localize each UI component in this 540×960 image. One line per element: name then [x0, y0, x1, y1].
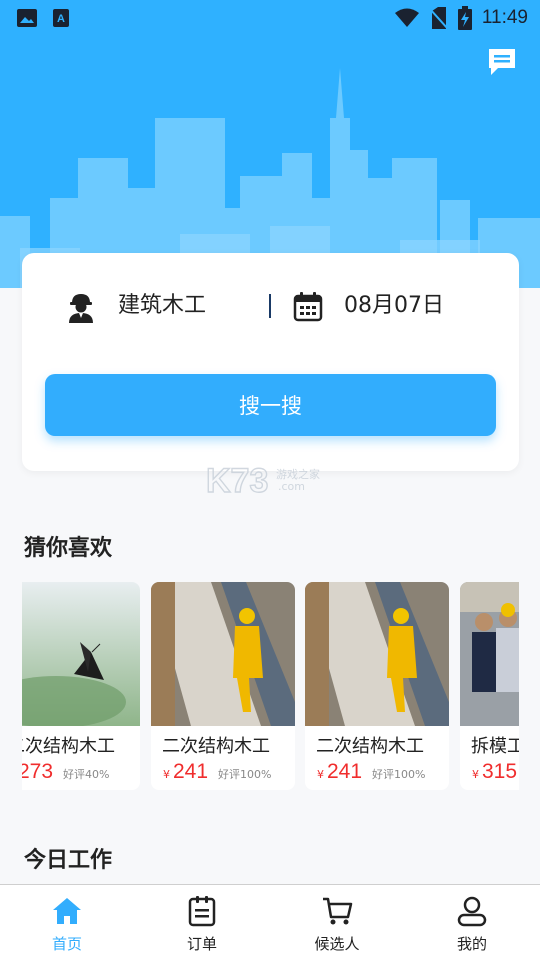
job-card-title: 二次结构木工: [316, 736, 424, 757]
currency-symbol: ¥: [472, 768, 479, 781]
tab-label: 我的: [456, 935, 487, 953]
tab-label: 订单: [186, 935, 217, 953]
date-selector[interactable]: 08月07日: [344, 291, 444, 321]
search-button[interactable]: 搜一搜: [45, 374, 496, 436]
price-row: ¥ 273 好评40%: [22, 760, 110, 784]
job-thumbnail-crowd: [460, 582, 519, 726]
job-card-title: 二次结构木工: [22, 736, 115, 757]
message-icon[interactable]: [486, 46, 518, 78]
font-app-icon: A: [53, 9, 69, 27]
currency-symbol: ¥: [317, 768, 324, 781]
job-card[interactable]: 二次结构木工 ¥ 241 好评100%: [151, 582, 295, 790]
tab-home[interactable]: 首页: [17, 885, 117, 960]
watermark-sub1: 游戏之家: [276, 467, 320, 481]
price-row: ¥ 315: [472, 760, 519, 784]
job-rating: 好评40%: [63, 768, 110, 781]
watermark-brand: K73: [206, 462, 268, 498]
wifi-icon: [394, 8, 419, 27]
currency-symbol: ¥: [163, 768, 170, 781]
job-thumbnail-butterfly: [22, 582, 140, 726]
watermark-sub2: .com: [278, 480, 305, 493]
header-banner: A 11:49: [0, 0, 540, 288]
job-rating: 好评100%: [372, 768, 426, 781]
job-card[interactable]: 二次结构木工 ¥ 273 好评40%: [22, 582, 140, 790]
job-price: 241: [173, 760, 209, 783]
job-type-selector[interactable]: 建筑木工: [118, 291, 206, 321]
job-card[interactable]: 拆模工 ¥ 315: [460, 582, 519, 790]
calendar-icon[interactable]: [292, 291, 324, 323]
tab-label: 候选人: [314, 935, 360, 953]
tab-orders[interactable]: 订单: [152, 885, 252, 960]
search-options: 建筑木工 08月07日: [22, 253, 519, 361]
cart-icon: [323, 897, 353, 925]
tab-me[interactable]: 我的: [422, 885, 522, 960]
job-thumbnail-workers: [151, 582, 295, 726]
no-sim-icon: [429, 7, 448, 29]
recommend-section-title: 猜你喜欢: [24, 536, 113, 561]
recommend-carousel[interactable]: 二次结构木工 ¥ 273 好评40% 二次结构木工 ¥ 241 好评100%: [22, 582, 519, 792]
svg-text:A: A: [57, 13, 65, 25]
bottom-tab-bar: 首页 订单 候选人 我的: [0, 884, 540, 960]
divider: [269, 294, 271, 318]
job-card-title: 二次结构木工: [162, 736, 270, 757]
job-rating: 好评100%: [218, 768, 272, 781]
clipboard-icon: [188, 896, 216, 927]
tab-label: 首页: [51, 935, 82, 953]
gallery-icon: [17, 9, 37, 27]
worker-icon[interactable]: [66, 291, 96, 323]
status-time: 11:49: [481, 7, 528, 28]
home-icon: [53, 898, 81, 924]
job-thumbnail-workers: [305, 582, 449, 726]
watermark-logo: K73 游戏之家 .com: [206, 461, 320, 498]
today-work-section-title: 今日工作: [24, 848, 113, 873]
tab-candidates[interactable]: 候选人: [287, 885, 387, 960]
job-card-title: 拆模工: [471, 736, 519, 757]
price-row: ¥ 241 好评100%: [317, 760, 426, 784]
job-price: 241: [327, 760, 363, 783]
job-price: 315: [482, 760, 518, 783]
job-price: 273: [22, 760, 54, 783]
status-bar: A 11:49: [0, 0, 540, 36]
user-icon: [457, 896, 487, 927]
job-card[interactable]: 二次结构木工 ¥ 241 好评100%: [305, 582, 449, 790]
battery-charging-icon: [457, 6, 472, 30]
search-card: 建筑木工 08月07日 搜一搜: [22, 253, 519, 471]
price-row: ¥ 241 好评100%: [163, 760, 272, 784]
